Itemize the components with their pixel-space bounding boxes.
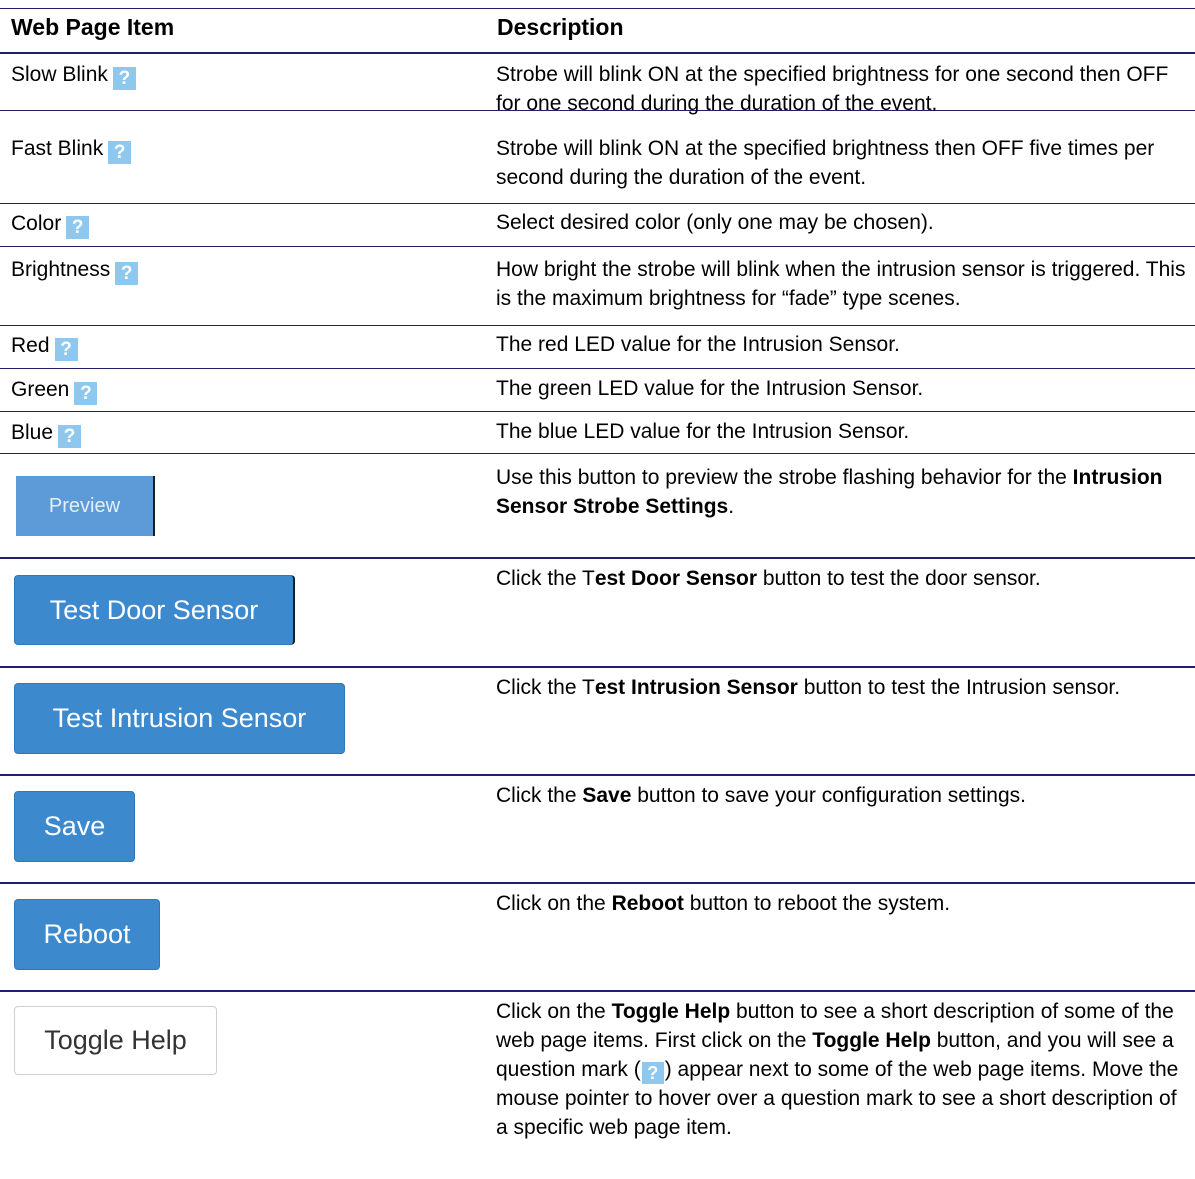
help-question-icon[interactable]: ?	[108, 141, 132, 164]
desc-preview: Use this button to preview the strobe fl…	[496, 463, 1188, 521]
help-question-icon[interactable]: ?	[115, 262, 139, 285]
desc-text: button to reboot the system.	[683, 892, 951, 915]
item-label: Fast Blink	[11, 137, 104, 160]
reboot-button[interactable]: Reboot	[14, 899, 160, 970]
item-color: Color?	[11, 211, 90, 239]
item-green: Green?	[11, 377, 98, 405]
save-button[interactable]: Save	[14, 791, 135, 862]
row-divider	[0, 203, 1195, 204]
item-brightness: Brightness?	[11, 257, 139, 285]
desc-fast-blink: Strobe will blink ON at the specified br…	[496, 137, 1155, 189]
desc-test-door-sensor: Click the Test Door Sensor button to tes…	[496, 564, 1188, 593]
web-page-items-table: Web Page Item Description Slow Blink? St…	[0, 0, 1195, 1179]
desc-text: button to test the door sensor.	[757, 567, 1041, 590]
desc-color: Select desired color (only one may be ch…	[496, 211, 934, 234]
desc-test-intrusion-sensor: Click the Test Intrusion Sensor button t…	[496, 673, 1188, 702]
row-divider	[0, 882, 1195, 884]
row-divider	[0, 411, 1195, 412]
help-question-icon[interactable]: ?	[66, 216, 90, 239]
row-divider	[0, 774, 1195, 776]
table-top-rule	[0, 8, 1195, 9]
desc-brightness: How bright the strobe will blink when th…	[496, 258, 1186, 310]
row-divider	[0, 325, 1195, 326]
desc-bold-text: Reboot	[611, 892, 684, 915]
desc-text: button to save your configuration settin…	[631, 784, 1026, 807]
desc-bold-text: est Intrusion Sensor	[594, 676, 798, 699]
row-divider	[0, 453, 1195, 454]
desc-bold-text: est Door Sensor	[594, 567, 758, 590]
help-question-icon[interactable]: ?	[58, 425, 82, 448]
row-divider	[0, 246, 1195, 247]
desc-bold-text: Save	[582, 784, 632, 807]
help-question-icon[interactable]: ?	[54, 338, 78, 361]
desc-green: The green LED value for the Intrusion Se…	[496, 377, 924, 400]
item-slow-blink: Slow Blink?	[11, 62, 136, 90]
desc-save: Click the Save button to save your confi…	[496, 781, 1188, 810]
item-fast-blink: Fast Blink?	[11, 136, 132, 164]
desc-text: button to test the Intrusion sensor.	[797, 676, 1121, 699]
desc-text: Use this button to preview the strobe fl…	[496, 466, 1073, 489]
row-divider	[0, 368, 1195, 369]
desc-text: Click the	[496, 784, 583, 807]
column-header-description: Description	[497, 14, 624, 40]
desc-text: .	[728, 495, 735, 518]
help-question-icon[interactable]: ?	[112, 67, 136, 90]
desc-blue: The blue LED value for the Intrusion Sen…	[496, 420, 910, 443]
desc-toggle-help: Click on the Toggle Help button to see a…	[496, 997, 1188, 1142]
desc-red: The red LED value for the Intrusion Sens…	[496, 333, 900, 356]
test-intrusion-sensor-button[interactable]: Test Intrusion Sensor	[14, 683, 345, 754]
preview-button[interactable]: Preview	[16, 476, 155, 536]
desc-reboot: Click on the Reboot button to reboot the…	[496, 889, 1188, 918]
desc-text: Click on the	[496, 892, 612, 915]
row-divider	[0, 666, 1195, 668]
item-label: Slow Blink	[11, 63, 108, 86]
item-label: Green	[11, 378, 70, 401]
row-divider	[0, 990, 1195, 992]
help-question-icon: ?	[641, 1062, 664, 1084]
item-blue: Blue?	[11, 420, 82, 448]
item-red: Red?	[11, 333, 78, 361]
toggle-help-button[interactable]: Toggle Help	[14, 1006, 217, 1075]
test-door-sensor-button[interactable]: Test Door Sensor	[14, 575, 295, 645]
desc-text: Click on the	[496, 1000, 612, 1023]
desc-bold-text: Toggle Help	[812, 1029, 931, 1052]
row-divider	[0, 557, 1195, 559]
column-header-item: Web Page Item	[11, 14, 175, 40]
header-rule	[0, 52, 1195, 54]
item-label: Red	[11, 334, 50, 357]
item-label: Color	[11, 212, 62, 235]
desc-text: Click the T	[496, 676, 595, 699]
desc-slow-blink: Strobe will blink ON at the specified br…	[496, 63, 1169, 115]
item-label: Brightness	[11, 258, 111, 281]
desc-bold-text: Toggle Help	[611, 1000, 731, 1023]
help-question-icon[interactable]: ?	[74, 382, 98, 405]
desc-text: Click the T	[496, 567, 595, 590]
item-label: Blue	[11, 421, 54, 444]
